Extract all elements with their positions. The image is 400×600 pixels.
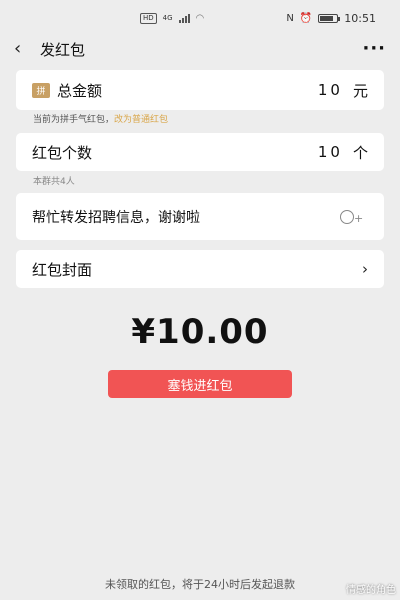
message-input[interactable]: 帮忙转发招聘信息，谢谢啦	[32, 207, 340, 227]
page-title: 发红包	[40, 40, 86, 59]
packet-cover-row[interactable]: 红包封面 ›	[16, 250, 384, 288]
nav-bar: ‹ 发红包 ···	[0, 36, 400, 62]
network-label: 4G	[162, 14, 173, 22]
alarm-icon: ⏰	[299, 12, 313, 24]
chevron-left-icon[interactable]: ‹	[14, 39, 34, 59]
total-amount-label: 总金额	[57, 81, 103, 100]
message-row[interactable]: 帮忙转发招聘信息，谢谢啦 +	[16, 193, 384, 240]
more-dots-icon[interactable]: ···	[362, 40, 386, 58]
send-money-button[interactable]: 塞钱进红包	[108, 370, 292, 398]
emoji-face-icon	[340, 209, 354, 224]
watermark: 情感的角色	[346, 585, 396, 596]
nfc-icon: Ν	[286, 12, 294, 24]
total-amount-row[interactable]: 拼 总金额 10 元	[16, 70, 384, 110]
clock: 10:51	[344, 11, 376, 25]
packet-count-label: 红包个数	[32, 143, 93, 162]
wifi-icon: ◠	[195, 12, 205, 24]
packet-count-row[interactable]: 红包个数 10 个	[16, 133, 384, 171]
total-amount-display: ¥10.00	[131, 312, 269, 352]
status-right: Ν ⏰ 10:51	[286, 12, 376, 25]
switch-to-normal-link[interactable]: 改为普通红包	[114, 115, 168, 125]
emoji-add-icon[interactable]: +	[340, 207, 368, 227]
packet-type-text: 当前为拼手气红包，	[33, 115, 115, 125]
total-amount-input[interactable]: 10	[318, 81, 343, 99]
chevron-right-icon: ›	[362, 260, 368, 278]
hd-badge: HD	[140, 12, 157, 24]
packet-count-input[interactable]: 10	[318, 143, 343, 161]
status-left: HD 4G ◠	[140, 12, 205, 24]
signal-icon	[178, 13, 190, 23]
status-bar: HD 4G ◠ Ν ⏰ 10:51	[0, 0, 400, 36]
refund-note: 未领取的红包，将于24小时后发起退款	[105, 578, 295, 591]
packet-count-unit: 个	[352, 143, 368, 162]
group-member-hint: 本群共4人	[33, 177, 75, 187]
total-amount-unit: 元	[352, 81, 368, 100]
plus-icon: +	[354, 211, 364, 225]
battery-fill	[320, 15, 334, 21]
battery-icon	[318, 13, 341, 23]
packet-type-hint: 当前为拼手气红包，改为普通红包	[33, 112, 168, 125]
packet-cover-label: 红包封面	[32, 260, 93, 279]
pin-badge: 拼	[32, 82, 50, 98]
